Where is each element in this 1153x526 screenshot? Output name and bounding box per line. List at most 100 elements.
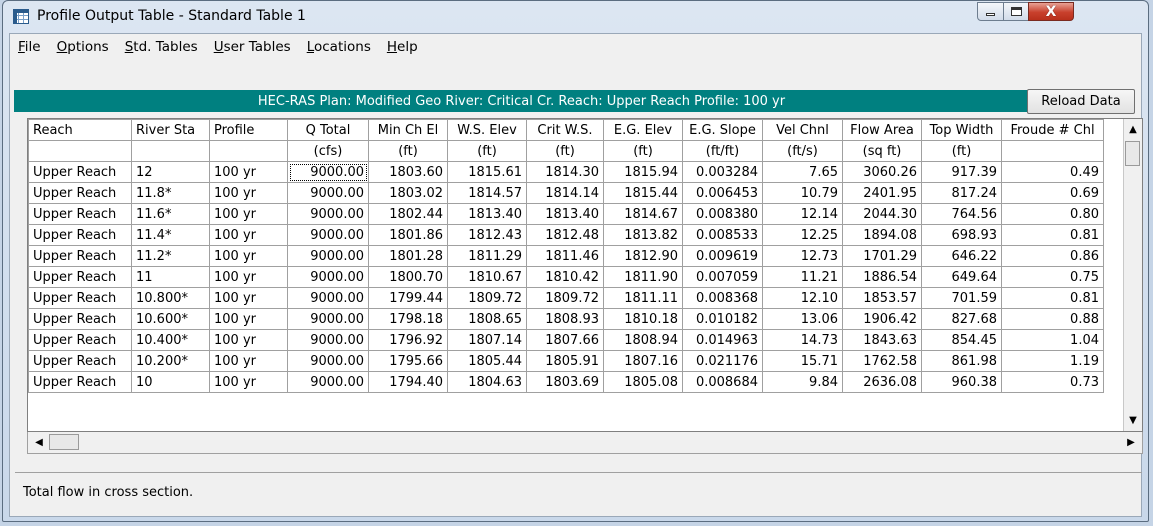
table-cell[interactable]: 1814.14 [526, 182, 604, 204]
table-cell[interactable]: Upper Reach [28, 182, 132, 204]
table-cell[interactable]: 7.65 [762, 161, 843, 183]
table-cell[interactable]: 817.24 [921, 182, 1002, 204]
table-cell[interactable]: 13.06 [762, 308, 843, 330]
menu-locations[interactable]: Locations [305, 37, 373, 57]
vertical-scroll-thumb[interactable] [1125, 141, 1140, 166]
table-cell[interactable]: 1813.40 [447, 203, 527, 225]
table-cell[interactable]: 1810.42 [526, 266, 604, 288]
table-cell[interactable]: 0.014963 [682, 329, 763, 351]
table-cell[interactable]: (ft) [921, 140, 1002, 162]
table-row[interactable]: Upper Reach 10.600* 100 yr 9000.00 1798.18 18… [28, 308, 1104, 330]
table-cell[interactable]: 11.21 [762, 266, 843, 288]
table-row[interactable]: Upper Reach 10.200* 100 yr 9000.00 1795.66 18… [28, 350, 1104, 372]
table-cell[interactable]: 11 [131, 266, 210, 288]
menu-options[interactable]: Options [55, 37, 111, 57]
table-cell[interactable]: Profile [209, 119, 288, 141]
table-cell[interactable]: 1808.94 [603, 329, 683, 351]
table-grid-icon[interactable] [13, 9, 29, 24]
table-cell[interactable]: 10.800* [131, 287, 210, 309]
table-cell[interactable]: 1843.63 [842, 329, 922, 351]
table-cell[interactable]: 9000.00 [287, 203, 369, 225]
table-cell[interactable]: 1815.44 [603, 182, 683, 204]
table-cell[interactable]: 100 yr [209, 203, 288, 225]
table-cell[interactable]: Top Width [921, 119, 1002, 141]
table-cell[interactable]: 9000.00 [287, 329, 369, 351]
table-cell[interactable]: 1805.91 [526, 350, 604, 372]
table-row[interactable]: Upper Reach 11.2* 100 yr 9000.00 1801.28 1811… [28, 245, 1104, 267]
table-cell[interactable]: Upper Reach [28, 350, 132, 372]
table-cell[interactable]: 1805.44 [447, 350, 527, 372]
table-cell[interactable]: 100 yr [209, 161, 288, 183]
table-cell[interactable]: 764.56 [921, 203, 1002, 225]
table-cell[interactable]: 0.69 [1001, 182, 1104, 204]
table-cell[interactable]: 1811.29 [447, 245, 527, 267]
table-cell[interactable]: 11.2* [131, 245, 210, 267]
table-cell[interactable]: 1810.18 [603, 308, 683, 330]
table-cell[interactable]: 9000.00 [287, 287, 369, 309]
table-cell[interactable] [28, 140, 132, 162]
table-cell[interactable]: (ft/s) [762, 140, 843, 162]
table-cell[interactable]: 701.59 [921, 287, 1002, 309]
menu-std-tables[interactable]: Std. Tables [123, 37, 200, 57]
table-cell[interactable]: 698.93 [921, 224, 1002, 246]
table-cell[interactable]: 10.600* [131, 308, 210, 330]
table-cell[interactable]: Upper Reach [28, 266, 132, 288]
table-cell[interactable]: 9000.00 [287, 224, 369, 246]
table-cell[interactable]: (ft) [447, 140, 527, 162]
table-cell[interactable]: River Sta [131, 119, 210, 141]
table-cell[interactable]: Reach [28, 119, 132, 141]
minimize-button[interactable] [977, 2, 1004, 21]
table-cell[interactable]: 0.003284 [682, 161, 763, 183]
table-cell[interactable]: 1701.29 [842, 245, 922, 267]
table-cell[interactable]: 0.75 [1001, 266, 1104, 288]
horizontal-scrollbar[interactable]: ◀ ▶ [27, 432, 1143, 454]
table-cell[interactable]: 1812.48 [526, 224, 604, 246]
table-cell[interactable]: 100 yr [209, 308, 288, 330]
table-cell[interactable]: 1812.90 [603, 245, 683, 267]
table-cell[interactable]: 9000.00 [287, 266, 369, 288]
table-cell[interactable]: Upper Reach [28, 224, 132, 246]
table-cell[interactable] [1001, 140, 1104, 162]
table-cell[interactable]: 0.73 [1001, 371, 1104, 393]
table-cell[interactable]: 1894.08 [842, 224, 922, 246]
scroll-left-icon[interactable]: ◀ [29, 433, 49, 452]
table-cell[interactable]: 9000.00 [287, 245, 369, 267]
table-row[interactable]: Upper Reach 11 100 yr 9000.00 1800.70 1810.67… [28, 266, 1104, 288]
table-cell[interactable]: 1804.63 [447, 371, 527, 393]
table-cell[interactable]: 1811.11 [603, 287, 683, 309]
table-cell[interactable]: 0.008368 [682, 287, 763, 309]
table-cell[interactable]: (cfs) [287, 140, 369, 162]
table-cell[interactable]: 1812.43 [447, 224, 527, 246]
table-row[interactable]: Upper Reach 10.800* 100 yr 9000.00 1799.44 18… [28, 287, 1104, 309]
table-cell[interactable]: 12 [131, 161, 210, 183]
table-cell[interactable]: 0.010182 [682, 308, 763, 330]
table-cell[interactable]: 10.79 [762, 182, 843, 204]
table-cell[interactable]: 10.400* [131, 329, 210, 351]
table-cell[interactable]: 100 yr [209, 287, 288, 309]
table-cell[interactable]: 1796.92 [368, 329, 448, 351]
table-cell[interactable]: (ft) [368, 140, 448, 162]
table-cell[interactable]: 1808.93 [526, 308, 604, 330]
scroll-down-icon[interactable]: ▼ [1124, 410, 1142, 431]
table-cell[interactable]: 1807.66 [526, 329, 604, 351]
table-cell[interactable]: 0.008533 [682, 224, 763, 246]
table-cell[interactable]: 1811.46 [526, 245, 604, 267]
table-cell[interactable]: 12.10 [762, 287, 843, 309]
table-cell[interactable]: 1807.14 [447, 329, 527, 351]
table-cell[interactable]: 12.25 [762, 224, 843, 246]
table-cell[interactable]: 0.006453 [682, 182, 763, 204]
table-cell[interactable]: W.S. Elev [447, 119, 527, 141]
table-row[interactable]: Upper Reach 11.4* 100 yr 9000.00 1801.86 1812… [28, 224, 1104, 246]
table-cell[interactable]: 15.71 [762, 350, 843, 372]
table-cell[interactable]: Crit W.S. [526, 119, 604, 141]
table-cell[interactable]: Upper Reach [28, 245, 132, 267]
table-cell[interactable]: 1813.40 [526, 203, 604, 225]
table-cell[interactable]: Upper Reach [28, 308, 132, 330]
table-cell[interactable]: 1811.90 [603, 266, 683, 288]
table-cell[interactable]: Upper Reach [28, 203, 132, 225]
table-cell[interactable]: 1801.86 [368, 224, 448, 246]
table-cell[interactable]: 0.021176 [682, 350, 763, 372]
table-row[interactable]: Upper Reach 11.8* 100 yr 9000.00 1803.02 1814… [28, 182, 1104, 204]
table-cell[interactable]: Upper Reach [28, 329, 132, 351]
table-cell[interactable]: 12.73 [762, 245, 843, 267]
